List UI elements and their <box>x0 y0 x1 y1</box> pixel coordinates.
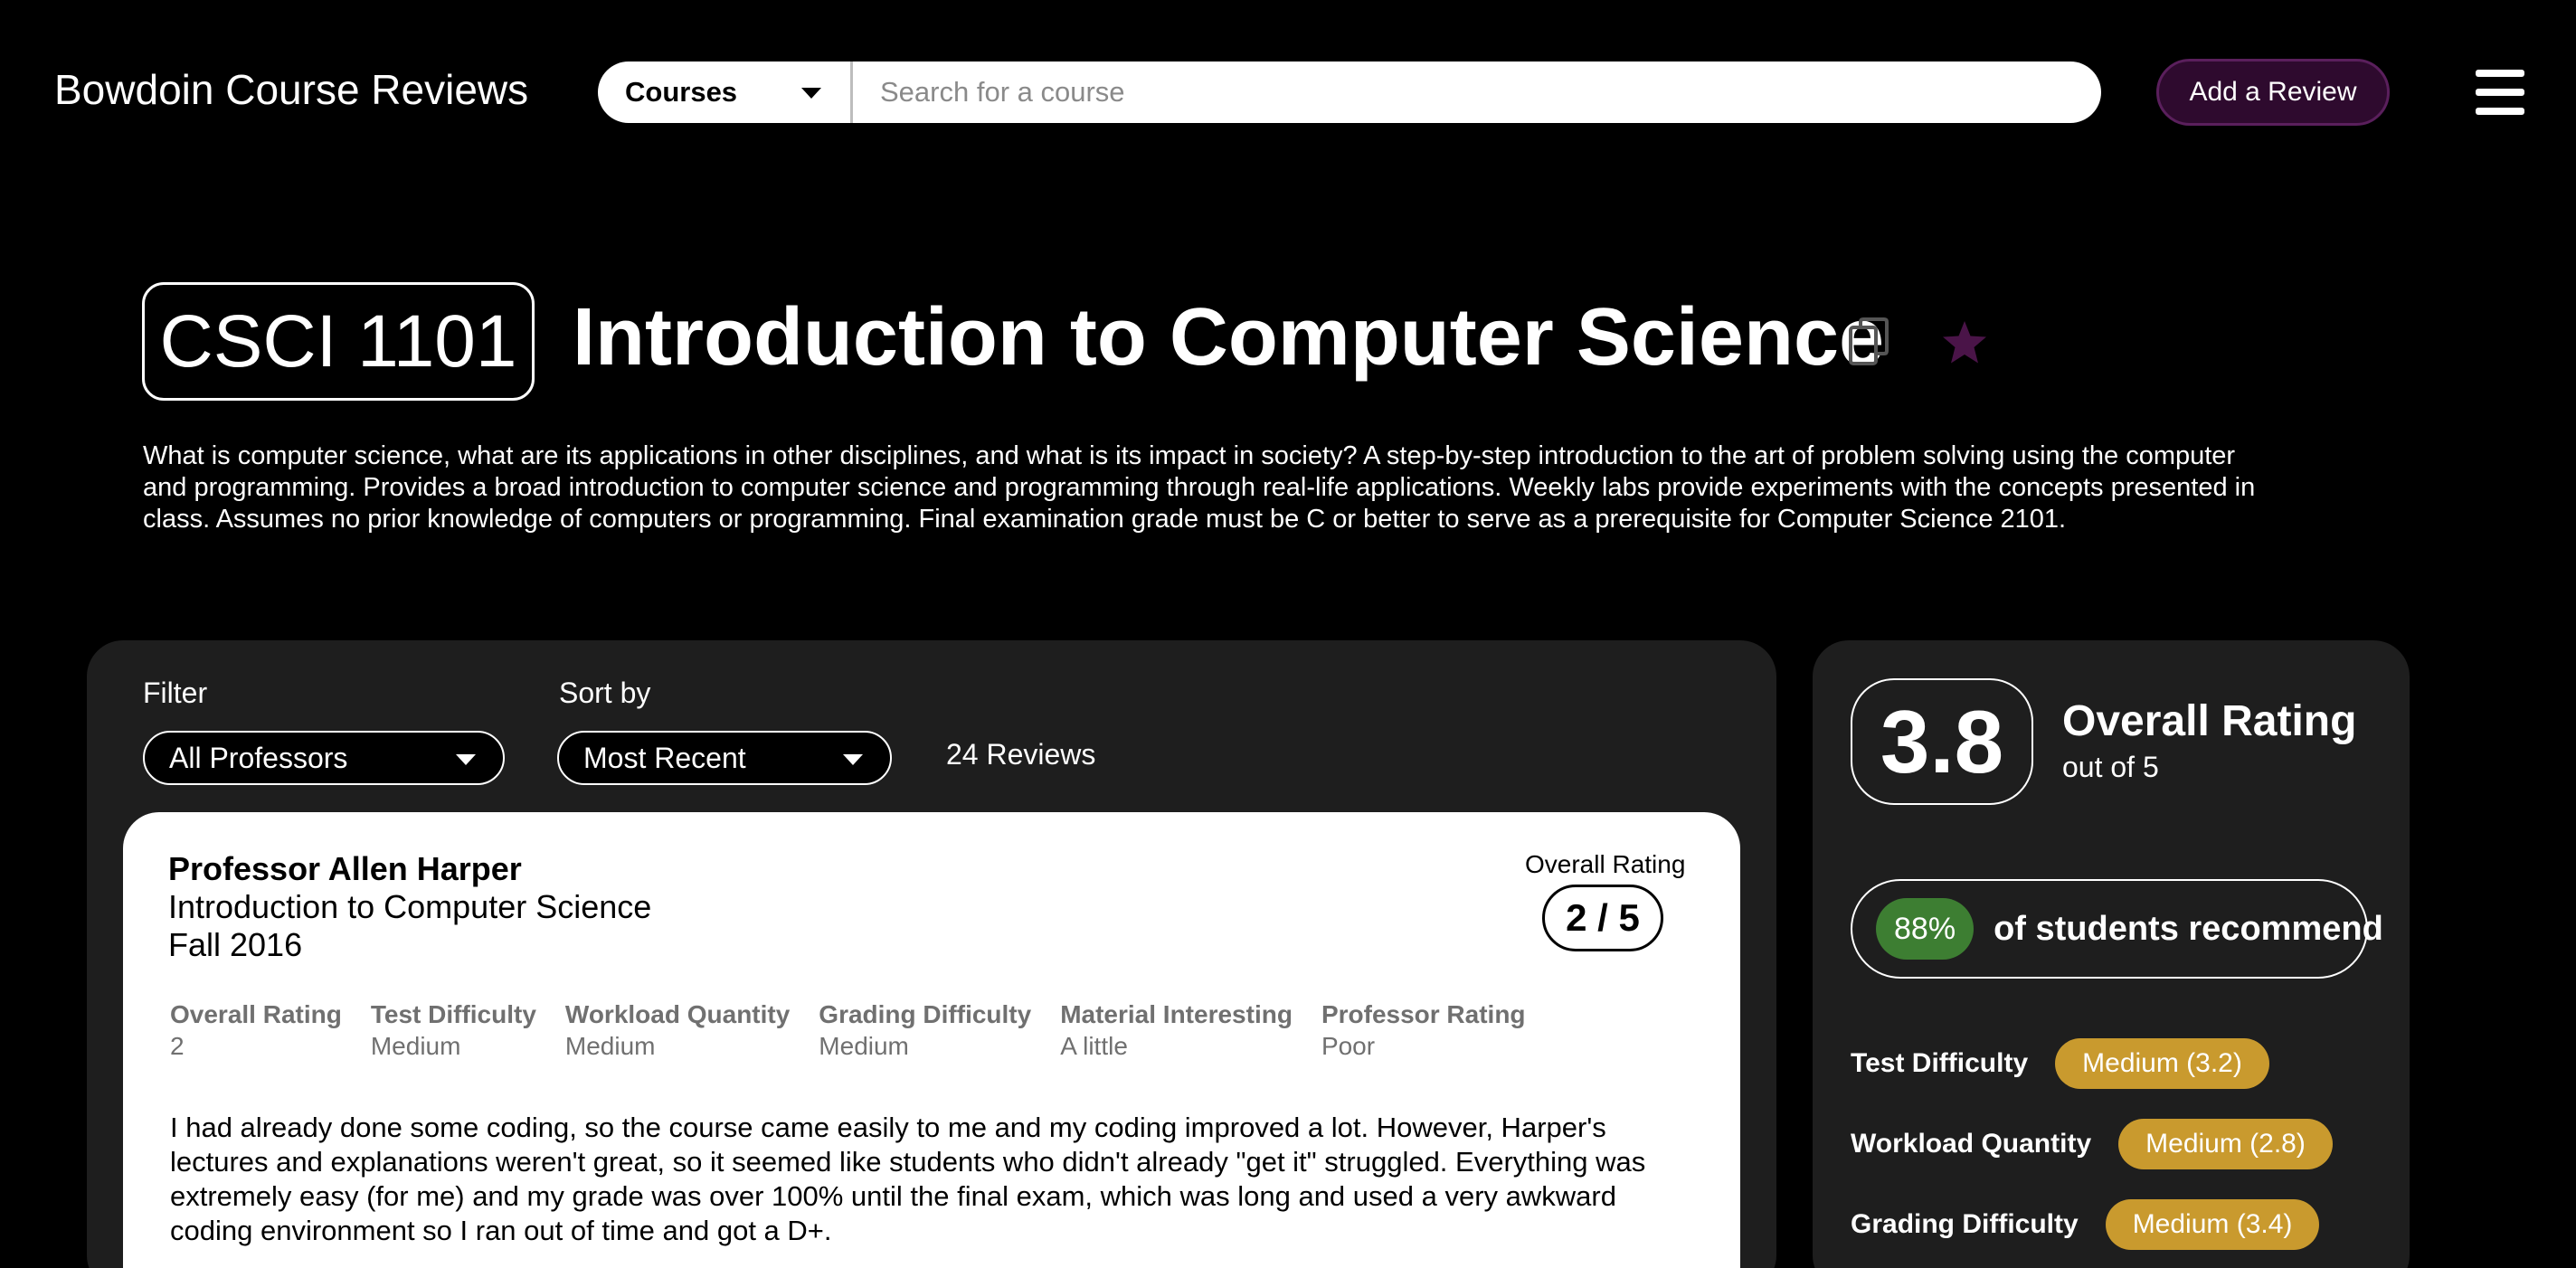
review-professor[interactable]: Professor Allen Harper <box>168 850 522 888</box>
metric-label: Material Interesting <box>1060 1000 1293 1028</box>
metric-label: Professor Rating <box>1321 1000 1526 1028</box>
metric-label: Grading Difficulty <box>819 1000 1032 1028</box>
metric-value: Medium <box>370 1032 461 1060</box>
site-title[interactable]: Bowdoin Course Reviews <box>54 65 528 114</box>
metric-value: Medium <box>819 1032 909 1060</box>
course-code-badge: CSCI 1101 <box>142 282 535 401</box>
review-count: 24 Reviews <box>946 738 1096 771</box>
metric-label: Workload Quantity <box>564 1000 791 1028</box>
recommend-text: of students recommend <box>1994 909 2383 948</box>
recommend-percent-badge: 88% <box>1876 898 1975 960</box>
metric-value: A little <box>1060 1032 1128 1060</box>
metric-value: 2 <box>170 1032 185 1060</box>
stat-grading-difficulty: Grading Difficulty Medium (3.4) <box>1851 1199 2320 1250</box>
metric-label: Test Difficulty <box>370 1000 536 1028</box>
metric-value: Poor <box>1321 1032 1376 1060</box>
stat-workload-quantity: Workload Quantity Medium (2.8) <box>1851 1119 2333 1169</box>
hamburger-menu-icon[interactable] <box>2476 70 2524 115</box>
course-title: Introduction to Computer Science <box>573 292 1885 383</box>
metric-grading-difficulty: Grading Difficulty Medium <box>819 998 1031 1062</box>
overall-rating-value: 3.8 <box>1851 678 2033 805</box>
professor-filter-dropdown[interactable]: All Professors <box>143 731 505 785</box>
metric-professor-rating: Professor Rating Poor <box>1321 998 1526 1062</box>
review-course: Introduction to Computer Science <box>168 888 652 925</box>
recommend-summary: 88% of students recommend <box>1851 879 2383 979</box>
search-category-select[interactable]: Courses <box>598 62 853 123</box>
metric-label: Overall Rating <box>170 1000 342 1028</box>
top-navbar: Bowdoin Course Reviews Courses Add a Rev… <box>0 0 2576 185</box>
review-text: I had already done some coding, so the c… <box>170 1112 1646 1246</box>
search-input[interactable] <box>853 62 2101 123</box>
stat-label: Test Difficulty <box>1851 1048 2029 1078</box>
review-overall-rating: 2 / 5 <box>1542 885 1663 951</box>
search-category-label: Courses <box>625 76 738 108</box>
stat-badge: Medium (3.4) <box>2105 1199 2320 1250</box>
sort-dropdown[interactable]: Most Recent <box>557 731 892 785</box>
overall-rating-label: Overall Rating <box>2062 697 2357 745</box>
stat-label: Grading Difficulty <box>1851 1209 2079 1239</box>
chevron-down-icon <box>456 754 476 765</box>
metric-overall-rating: Overall Rating 2 <box>170 998 342 1062</box>
overall-rating-scale: out of 5 <box>2062 751 2159 783</box>
review-card: Professor Allen Harper Introduction to C… <box>123 812 1740 1268</box>
metric-workload-quantity: Workload Quantity Medium <box>565 998 790 1062</box>
chevron-down-icon <box>801 88 821 99</box>
filter-label: Filter <box>143 677 208 709</box>
metric-value: Medium <box>564 1032 656 1060</box>
menu-bar <box>2476 108 2524 115</box>
stat-badge: Medium (2.8) <box>2118 1119 2333 1169</box>
review-term: Fall 2016 <box>168 926 303 963</box>
stat-test-difficulty: Test Difficulty Medium (3.2) <box>1851 1038 2269 1089</box>
metric-test-difficulty: Test Difficulty Medium <box>371 998 536 1062</box>
course-description: What is computer science, what are its a… <box>143 441 2256 534</box>
search-bar: Courses <box>598 62 2101 123</box>
review-overall-label: Overall Rating <box>1525 850 1686 878</box>
copy-icon[interactable] <box>1848 317 1889 367</box>
rating-summary-panel: 3.8 Overall Rating out of 5 88% of stude… <box>1813 640 2410 1268</box>
metric-material-interesting: Material Interesting A little <box>1060 998 1293 1062</box>
stat-label: Workload Quantity <box>1851 1129 2092 1159</box>
stat-badge: Medium (3.2) <box>2055 1038 2269 1089</box>
professor-filter-value: All Professors <box>169 741 348 774</box>
review-metrics: Overall Rating 2 Test Difficulty Medium … <box>170 998 1555 1062</box>
menu-bar <box>2476 89 2524 96</box>
menu-bar <box>2476 70 2524 77</box>
sort-value: Most Recent <box>583 741 746 774</box>
star-icon[interactable] <box>1940 318 1989 367</box>
sort-label: Sort by <box>559 677 651 709</box>
add-review-button[interactable]: Add a Review <box>2156 59 2390 126</box>
reviews-panel: Filter Sort by All Professors Most Recen… <box>87 640 1776 1268</box>
chevron-down-icon <box>843 754 863 765</box>
